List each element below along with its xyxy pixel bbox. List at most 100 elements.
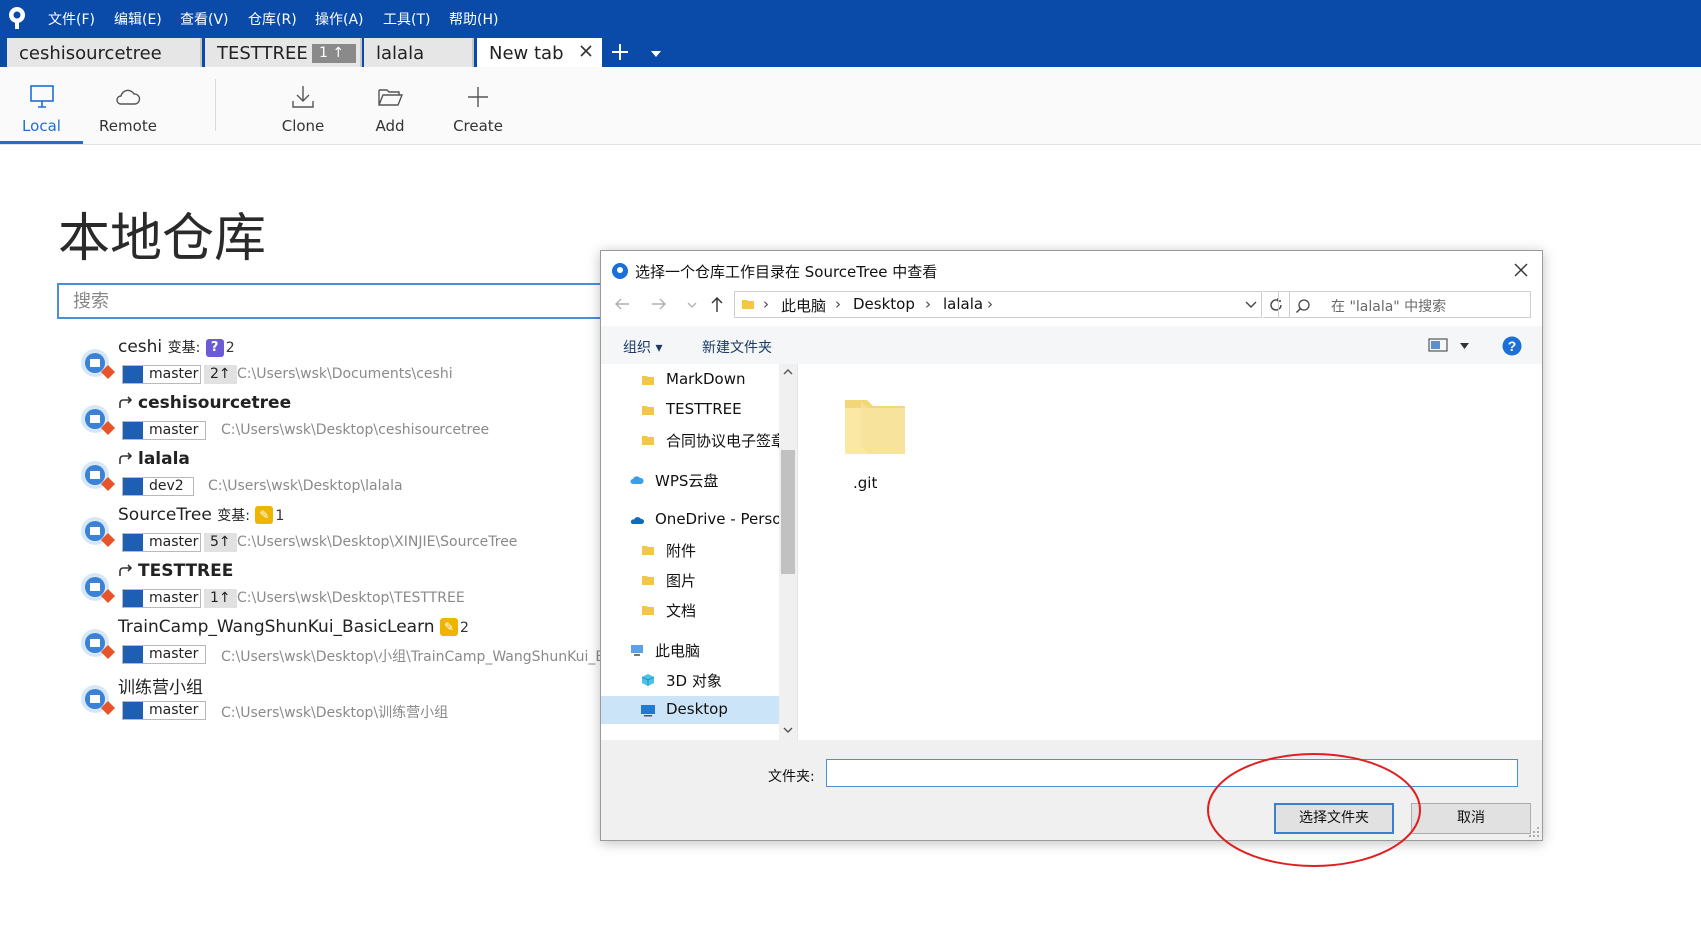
branch-name: dev2 (149, 478, 184, 494)
chevron-up-icon[interactable] (783, 368, 793, 376)
badge-count: 1 (275, 508, 285, 524)
up-arrow-icon[interactable] (709, 295, 725, 313)
tab-ceshisourcetree[interactable]: ceshisourcetree (7, 38, 202, 67)
chevron-down-icon[interactable] (650, 50, 662, 58)
dialog-search-placeholder: 在 "lalala" 中搜索 (1331, 299, 1447, 315)
resize-grip-icon[interactable] (1528, 826, 1540, 838)
dialog-search-box[interactable]: 在 "lalala" 中搜索 (1278, 291, 1531, 318)
repo-item[interactable]: TESTTREE master 1↑ C:\Users\wsk\Desktop\… (78, 561, 608, 613)
chevron-down-icon[interactable] (1245, 301, 1257, 309)
menu-tools[interactable]: 工具(T) (383, 9, 430, 29)
repo-item[interactable]: ceshi 变基: ? 2 master 2↑ C:\Users\wsk\Docu… (78, 337, 608, 389)
repo-path: C:\Users\wsk\Desktop\lalala (208, 478, 403, 494)
menu-edit[interactable]: 编辑(E) (114, 9, 162, 29)
nav-item-pictures[interactable]: 图片 (601, 566, 779, 594)
nav-item-this-pc[interactable]: 此电脑 (601, 636, 779, 664)
folder-icon (642, 406, 654, 415)
scrollbar-thumb[interactable] (781, 450, 795, 574)
repo-name-line: TESTTREE (118, 561, 233, 581)
branch-pill: master (122, 533, 201, 552)
nav-item-documents[interactable]: 文档 (601, 596, 779, 624)
search-icon (1295, 299, 1310, 314)
repo-item[interactable]: lalala dev2 C:\Users\wsk\Desktop\lalala (78, 449, 608, 501)
branch-name: master (149, 366, 199, 382)
nav-item-wps-cloud[interactable]: WPS云盘 (601, 466, 779, 494)
organize-button[interactable]: 组织 ▾ (623, 337, 662, 357)
repo-item[interactable]: SourceTree 变基: ✎ 1 master 5↑ C:\Users\wsk… (78, 505, 608, 557)
branch-pill: master (122, 701, 206, 720)
repo-item[interactable]: 训练营小组 master C:\Users\wsk\Desktop\训练营小组 (78, 673, 608, 725)
menu-repository[interactable]: 仓库(R) (248, 9, 297, 29)
nav-item-label: Desktop (666, 700, 728, 718)
plus-icon (468, 87, 488, 107)
help-icon[interactable]: ? (1502, 336, 1522, 356)
nav-item-contracts[interactable]: 合同协议电子签章 (601, 426, 779, 454)
tab-lalala[interactable]: lalala (364, 38, 474, 67)
repo-icon (81, 517, 115, 547)
add-button[interactable]: Add (350, 67, 430, 144)
repo-icon (81, 349, 115, 379)
repo-icon (81, 573, 115, 603)
repo-path: C:\Users\wsk\Desktop\小组\TrainCamp_WangSh… (221, 649, 601, 665)
repo-icon (81, 405, 115, 435)
nav-item-onedrive[interactable]: OneDrive - Personal (601, 506, 779, 534)
cancel-button[interactable]: 取消 (1411, 803, 1531, 834)
close-icon[interactable] (1512, 261, 1530, 279)
repo-path: C:\Users\wsk\Documents\ceshi (237, 366, 453, 382)
pencil-badge-icon: ✎ (439, 618, 458, 636)
folder-icon (742, 300, 754, 309)
download-icon (292, 86, 314, 108)
address-bar[interactable]: › 此电脑 › Desktop › lalala › (734, 291, 1262, 318)
nav-item-label: 3D 对象 (666, 672, 722, 690)
chevron-down-icon[interactable] (687, 301, 697, 309)
file-name[interactable]: .git (853, 474, 877, 492)
create-button[interactable]: Create (438, 67, 518, 144)
repo-name: SourceTree (118, 505, 212, 525)
breadcrumb-separator: › (925, 295, 931, 313)
back-arrow-icon[interactable] (613, 295, 631, 313)
nav-item-3d-objects[interactable]: 3D 对象 (601, 666, 779, 694)
pencil-badge-icon: ✎ (255, 506, 274, 524)
clone-button[interactable]: Clone (263, 67, 343, 144)
nav-item-attachments[interactable]: 附件 (601, 536, 779, 564)
new-folder-button[interactable]: 新建文件夹 (702, 337, 772, 357)
breadcrumb-item[interactable]: lalala (943, 295, 983, 313)
breadcrumb-item[interactable]: Desktop (853, 295, 915, 313)
tab-testtree[interactable]: TESTTREE 1 ↑ (205, 38, 362, 67)
forward-arrow-icon[interactable] (650, 295, 668, 313)
search-input[interactable] (57, 283, 617, 319)
repo-item[interactable]: TrainCamp_WangShunKui_BasicLearn ✎ 2 mast… (78, 617, 608, 669)
menu-actions[interactable]: 操作(A) (315, 9, 364, 29)
chevron-down-icon[interactable] (1460, 343, 1469, 349)
remote-button[interactable]: Remote (88, 67, 168, 144)
annotation-circle (1207, 753, 1421, 867)
folder-icon (642, 376, 654, 385)
scrollbar[interactable] (779, 364, 797, 740)
breadcrumb-item[interactable]: 此电脑 (781, 295, 826, 316)
branch-pill: master (122, 421, 206, 440)
breadcrumb-separator: › (763, 295, 769, 313)
folder-icon[interactable] (839, 388, 911, 460)
view-options-icon[interactable] (1428, 338, 1448, 352)
local-button[interactable]: Local (0, 67, 83, 144)
command-bar: 组织 ▾ 新建文件夹 ? (601, 326, 1542, 364)
nav-item-label: TESTTREE (666, 400, 742, 418)
branch-icon (123, 590, 143, 607)
nav-item-label: 合同协议电子签章 (666, 432, 779, 450)
repo-item[interactable]: ceshisourcetree master C:\Users\wsk\Desk… (78, 393, 608, 445)
plus-icon[interactable] (610, 42, 630, 62)
navigation-pane: MarkDown TESTTREE 合同协议电子签章 WPS云盘 OneDriv… (601, 364, 798, 740)
close-icon[interactable] (578, 43, 594, 59)
nav-item-testtree[interactable]: TESTTREE (601, 396, 779, 424)
rebase-label: 变基: (217, 508, 250, 524)
menu-help[interactable]: 帮助(H) (449, 9, 498, 29)
nav-item-desktop[interactable]: Desktop (601, 696, 779, 724)
cloud-icon (116, 89, 141, 105)
nav-item-markdown[interactable]: MarkDown (601, 366, 779, 394)
menu-view[interactable]: 查看(V) (180, 9, 229, 29)
menu-file[interactable]: 文件(F) (48, 9, 95, 29)
branch-icon (123, 534, 143, 551)
chevron-down-icon[interactable] (783, 726, 793, 734)
tool-label: Create (453, 117, 503, 135)
repo-name-line: TrainCamp_WangShunKui_BasicLearn ✎ 2 (118, 617, 469, 637)
